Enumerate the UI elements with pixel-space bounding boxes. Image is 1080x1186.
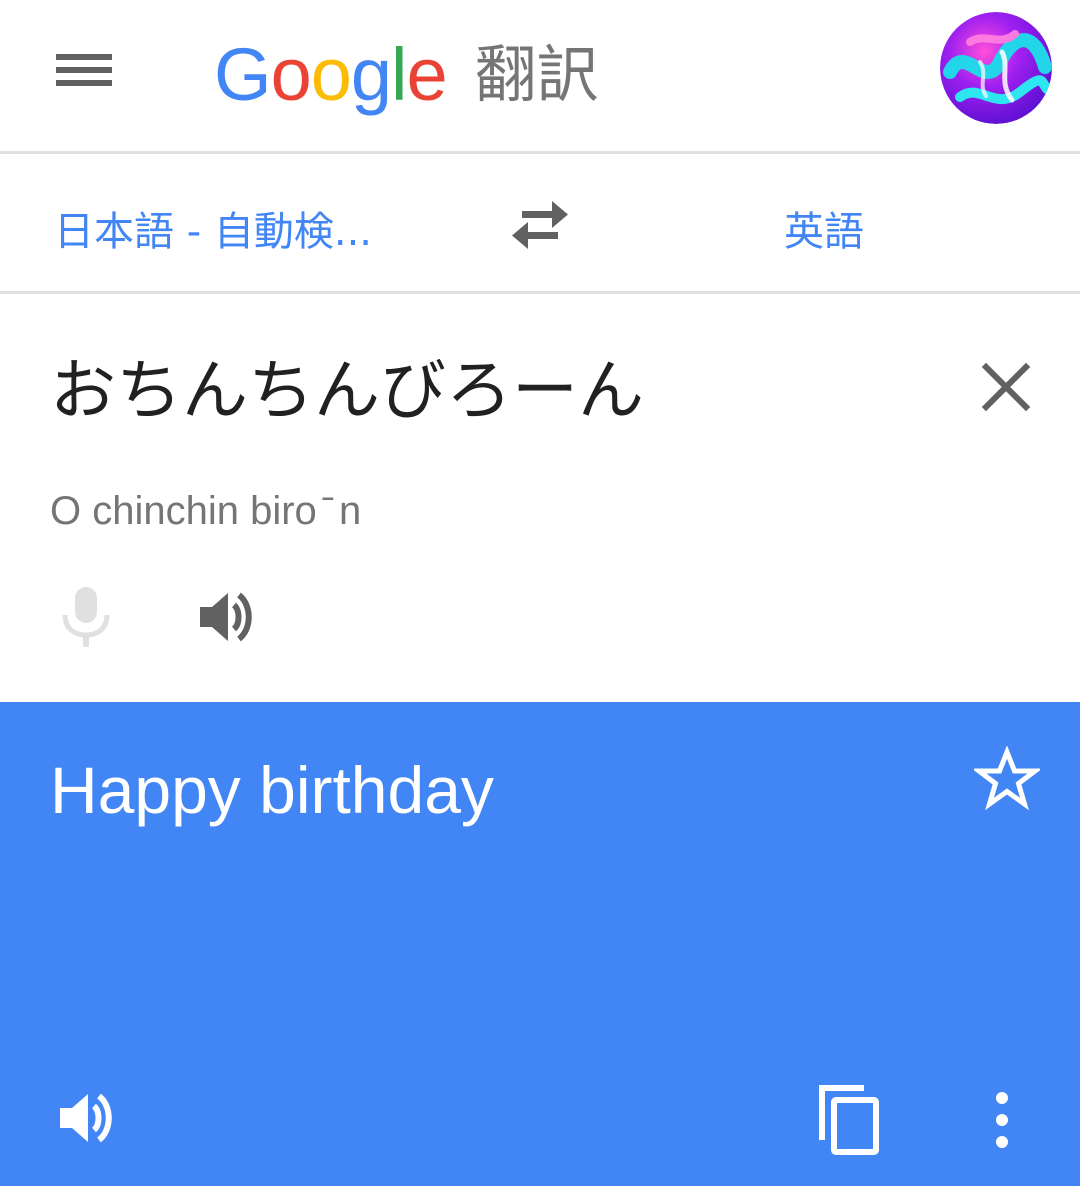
logo-letter: o — [270, 33, 312, 116]
swap-arrows-icon[interactable] — [504, 197, 576, 253]
product-name: 翻訳 — [474, 38, 599, 111]
source-language-selector[interactable]: 日本語 - 自動検... — [54, 199, 372, 257]
microphone-icon[interactable] — [58, 585, 114, 649]
copy-icon[interactable] — [814, 1082, 884, 1156]
google-translate-logo: G o o g l e 翻訳 — [214, 30, 599, 120]
romanization-text: O chinchin biro ̄ n — [50, 489, 362, 533]
logo-letter: G — [214, 33, 272, 116]
app-header: G o o g l e 翻訳 — [0, 0, 1080, 154]
language-bar: 日本語 - 自動検... 英語 — [0, 157, 1080, 294]
speaker-icon[interactable] — [196, 587, 260, 647]
logo-letter: l — [391, 33, 407, 116]
more-vert-icon[interactable] — [986, 1088, 1018, 1152]
logo-letter: e — [406, 33, 447, 116]
logo-letter: o — [310, 33, 352, 116]
translation-text[interactable]: Happy birthday — [50, 752, 494, 828]
source-text[interactable]: おちんちんびろーん — [50, 337, 644, 433]
user-avatar[interactable] — [940, 12, 1052, 124]
hamburger-menu-icon[interactable] — [44, 38, 124, 102]
star-outline-icon[interactable] — [971, 745, 1043, 812]
translation-result-card: Happy birthday — [0, 702, 1080, 1186]
google-wordmark: G o o g l e — [214, 33, 448, 116]
target-language-selector[interactable]: 英語 — [784, 199, 864, 257]
logo-letter: g — [350, 33, 392, 116]
speaker-icon[interactable] — [56, 1088, 120, 1148]
close-icon[interactable] — [976, 357, 1036, 417]
source-input-area[interactable]: おちんちんびろーん O chinchin biro ̄ n — [0, 297, 1080, 702]
translate-app: G o o g l e 翻訳 日本語 - 自動検... 英語 おちんちんびろーん… — [0, 0, 1080, 1186]
